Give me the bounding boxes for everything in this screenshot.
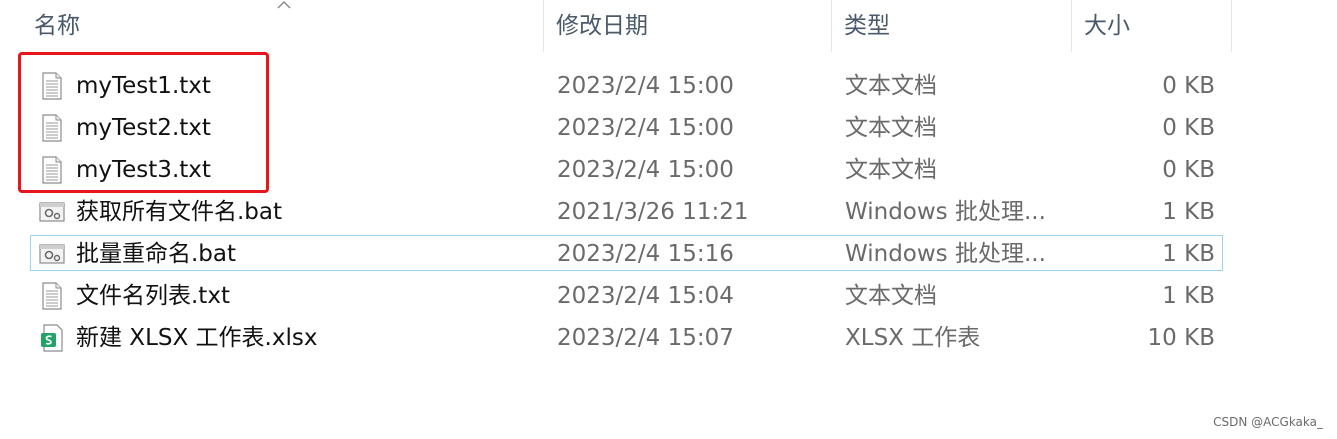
file-date: 2023/2/4 15:00 bbox=[557, 73, 734, 99]
file-row[interactable]: 新建 XLSX 工作表.xlsx 2023/2/4 15:07 XLSX 工作表… bbox=[30, 319, 1223, 355]
file-date: 2021/3/26 11:21 bbox=[557, 199, 749, 225]
red-highlight-box bbox=[18, 52, 269, 193]
file-name[interactable]: 文件名列表.txt bbox=[76, 278, 230, 314]
file-size: 0 KB bbox=[1162, 157, 1215, 183]
file-size: 10 KB bbox=[1147, 325, 1215, 351]
file-size: 1 KB bbox=[1162, 241, 1215, 267]
file-name[interactable]: 新建 XLSX 工作表.xlsx bbox=[76, 320, 317, 356]
file-type: 文本文档 bbox=[845, 73, 937, 99]
file-date: 2023/2/4 15:04 bbox=[557, 283, 734, 309]
file-type: Windows 批处理... bbox=[845, 241, 1046, 267]
column-divider[interactable] bbox=[543, 0, 544, 52]
file-size: 0 KB bbox=[1162, 115, 1215, 141]
file-type: 文本文档 bbox=[845, 115, 937, 141]
file-name[interactable]: 批量重命名.bat bbox=[76, 236, 236, 272]
column-header-bar: 名称 修改日期 类型 大小 bbox=[0, 0, 1337, 52]
column-header-size[interactable]: 大小 bbox=[1084, 0, 1130, 52]
column-header-name[interactable]: 名称 bbox=[34, 0, 80, 52]
column-header-type[interactable]: 类型 bbox=[844, 0, 890, 52]
column-divider[interactable] bbox=[831, 0, 832, 52]
file-type: XLSX 工作表 bbox=[845, 325, 981, 351]
sort-ascending-icon bbox=[277, 0, 291, 9]
file-name[interactable]: 获取所有文件名.bat bbox=[76, 194, 282, 230]
column-header-date[interactable]: 修改日期 bbox=[556, 0, 648, 52]
file-size: 1 KB bbox=[1162, 283, 1215, 309]
file-row[interactable]: 获取所有文件名.bat 2021/3/26 11:21 Windows 批处理.… bbox=[30, 193, 1223, 229]
file-date: 2023/2/4 15:00 bbox=[557, 157, 734, 183]
file-type: Windows 批处理... bbox=[845, 199, 1046, 225]
file-size: 1 KB bbox=[1162, 199, 1215, 225]
file-date: 2023/2/4 15:00 bbox=[557, 115, 734, 141]
file-type: 文本文档 bbox=[845, 283, 937, 309]
file-row[interactable]: 文件名列表.txt 2023/2/4 15:04 文本文档 1 KB bbox=[30, 277, 1223, 313]
file-row[interactable]: 批量重命名.bat 2023/2/4 15:16 Windows 批处理... … bbox=[30, 235, 1223, 271]
spreadsheet-file-icon bbox=[41, 324, 63, 352]
text-file-icon bbox=[42, 282, 62, 310]
file-size: 0 KB bbox=[1162, 73, 1215, 99]
column-divider[interactable] bbox=[1071, 0, 1072, 52]
batch-file-icon bbox=[39, 202, 65, 222]
column-divider[interactable] bbox=[1231, 0, 1232, 52]
file-date: 2023/2/4 15:16 bbox=[557, 241, 734, 267]
file-date: 2023/2/4 15:07 bbox=[557, 325, 734, 351]
file-type: 文本文档 bbox=[845, 157, 937, 183]
watermark: CSDN @ACGkaka_ bbox=[1213, 415, 1323, 429]
batch-file-icon bbox=[39, 244, 65, 264]
